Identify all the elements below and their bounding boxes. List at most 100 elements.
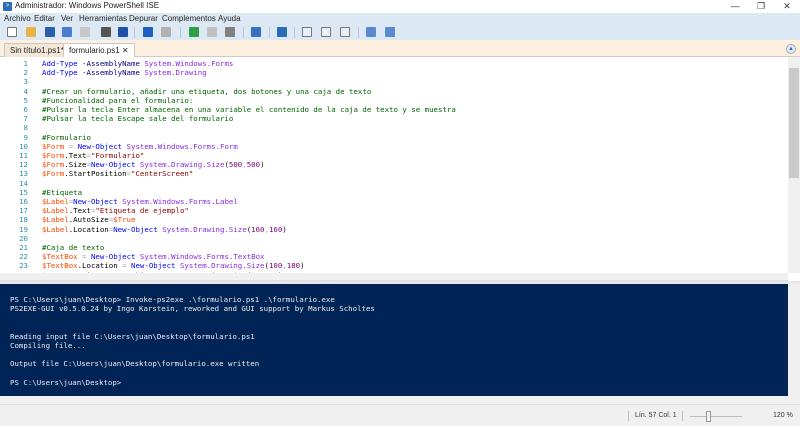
save-icon[interactable]: [45, 27, 55, 37]
console-line: Reading input file C:\Users\juan\Desktop…: [10, 331, 255, 341]
code-line: 3: [0, 77, 42, 86]
code-line: 8: [0, 123, 42, 132]
code-token: ): [260, 160, 265, 170]
stop-icon[interactable]: [225, 27, 235, 37]
status-bar: Lín. 57 Col. 1 120 %: [0, 404, 800, 426]
remote-powershell-icon[interactable]: [251, 27, 261, 37]
menu-ayuda[interactable]: Ayuda: [218, 14, 241, 23]
code-token: 500: [246, 160, 261, 170]
line-number: 7: [23, 114, 28, 124]
code-token: .AutoSize: [68, 215, 109, 225]
cut-icon[interactable]: [62, 27, 72, 37]
menu-depurar[interactable]: Depurar: [129, 14, 158, 23]
code-token: New-Object: [77, 141, 123, 151]
run-selection-icon[interactable]: [207, 27, 217, 37]
code-token: $Form: [42, 169, 65, 179]
toolbar-separator: [269, 27, 270, 38]
console-line: PS C:\Users\juan\Desktop>: [10, 377, 122, 387]
tab-sin-titulo1[interactable]: Sin título1.ps1*: [4, 43, 70, 57]
menu-ver[interactable]: Ver: [61, 14, 73, 23]
line-number: 12: [19, 160, 28, 170]
menu-editar[interactable]: Editar: [34, 14, 55, 23]
code-line: 6 #Pulsar la tecla Enter almacena en una …: [0, 105, 456, 114]
minimize-button[interactable]: —: [722, 0, 748, 13]
code-token: .Location: [77, 261, 118, 271]
run-icon[interactable]: [189, 27, 199, 37]
line-number: 18: [19, 215, 28, 225]
script-editor[interactable]: 1 Add-Type -AssemblyName System.Windows.F…: [0, 57, 788, 273]
menu-bar: Archivo Editar Ver Herramientas Depurar Compl…: [0, 13, 800, 24]
code-token: 160: [268, 224, 283, 234]
script-pane-top-icon[interactable]: [302, 27, 312, 37]
restore-button[interactable]: ❐: [748, 0, 774, 13]
code-token: $TextBox: [42, 252, 78, 262]
code-token: 180: [286, 261, 301, 271]
line-number: 3: [23, 77, 28, 87]
code-token: System.Drawing.Size: [135, 160, 225, 170]
code-token: .Text: [68, 206, 91, 216]
command-addon-icon[interactable]: [385, 27, 395, 37]
clear-console-icon[interactable]: [118, 27, 128, 37]
line-number: 14: [19, 178, 28, 188]
menu-archivo[interactable]: Archivo: [4, 14, 31, 23]
script-pane-right-icon[interactable]: [321, 27, 331, 37]
code-token: =: [117, 261, 132, 271]
script-pane-max-icon[interactable]: [340, 27, 350, 37]
show-commands-icon[interactable]: [366, 27, 376, 37]
new-icon[interactable]: [7, 27, 17, 37]
tab-formulario[interactable]: formulario.ps1 ✕: [63, 43, 135, 57]
open-icon[interactable]: [26, 27, 36, 37]
toolbar-separator: [358, 27, 359, 38]
editor-vertical-scrollbar[interactable]: [788, 57, 800, 273]
line-number: 21: [19, 243, 28, 252]
code-token: .StartPosition: [64, 169, 127, 179]
collapse-script-pane-icon[interactable]: ▲: [786, 44, 796, 54]
toolbar-separator: [134, 27, 135, 38]
console-horizontal-scrollbar[interactable]: [0, 396, 800, 404]
code-line: 15 #Etiqueta: [0, 188, 82, 197]
code-line: 23 $TextBox.Location = New-Object System.…: [0, 261, 305, 270]
code-token: ): [300, 261, 305, 271]
close-tab-icon[interactable]: ✕: [122, 46, 129, 55]
editor-horizontal-scrollbar[interactable]: [0, 273, 788, 281]
copy-icon[interactable]: [80, 27, 90, 37]
line-number: 5: [23, 95, 28, 105]
code-line: 17 $Label.Text="Etiqueta de ejemplo": [0, 206, 189, 215]
paste-icon[interactable]: [101, 27, 111, 37]
menu-complementos[interactable]: Complementos: [162, 14, 216, 23]
menu-herramientas[interactable]: Herramientas: [79, 14, 127, 23]
redo-icon[interactable]: [161, 27, 171, 37]
undo-icon[interactable]: [143, 27, 153, 37]
line-number: 13: [19, 169, 28, 179]
line-number: 9: [23, 132, 28, 142]
zoom-slider-thumb[interactable]: [706, 411, 711, 422]
console-pane[interactable]: PS C:\Users\juan\Desktop> Invoke-ps2exe …: [0, 284, 788, 396]
code-token: New-Object: [90, 252, 136, 262]
console-vertical-scrollbar[interactable]: [788, 284, 800, 396]
code-token: #Pulsar la tecla Enter almacena en una v…: [42, 105, 456, 114]
code-token: New-Object: [73, 197, 118, 206]
code-token: Add-Type: [42, 59, 78, 68]
code-token: $Label: [42, 206, 69, 216]
code-line: 5 #Funcionalidad para el formulario:: [0, 95, 194, 105]
line-number: 23: [19, 261, 28, 271]
line-number: 11: [19, 151, 28, 160]
zoom-slider[interactable]: [690, 416, 742, 417]
code-token: #Crear un formulario, añadir una etiquet…: [42, 86, 372, 96]
code-line: 16 $Label=New-Object System.Windows.Forms…: [0, 197, 238, 206]
code-token: =: [64, 141, 78, 151]
cursor-position: Lín. 57 Col. 1: [635, 412, 677, 419]
code-token: $Form: [42, 141, 65, 151]
title-bar: > Administrador: Windows PowerShell ISE …: [0, 0, 800, 13]
tab-bar: Sin título1.ps1* formulario.ps1 ✕ ▲: [0, 40, 800, 57]
code-token: $Label: [42, 224, 69, 234]
code-line: 1 Add-Type -AssemblyName System.Windows.F…: [0, 59, 234, 68]
divider: [628, 411, 629, 421]
code-line: 4 #Crear un formulario, añadir una etique…: [0, 86, 372, 96]
line-number: 2: [23, 68, 28, 78]
line-number: 19: [19, 224, 28, 234]
close-button[interactable]: ✕: [774, 0, 800, 13]
line-number: 17: [19, 206, 28, 216]
powershell-console-icon[interactable]: [277, 27, 287, 37]
scrollbar-thumb[interactable]: [789, 68, 799, 178]
